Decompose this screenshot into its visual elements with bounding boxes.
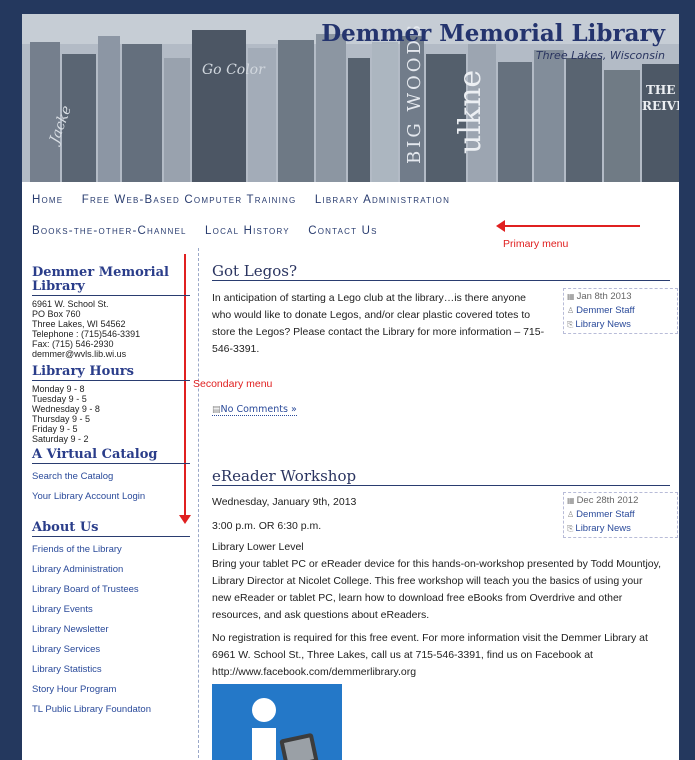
- menu-item-library-administration[interactable]: Library Administration: [315, 194, 450, 206]
- user-icon: ♙: [567, 306, 575, 315]
- primary-menu-row-2: Books-the-other-Channel Local History Co…: [32, 225, 392, 237]
- calendar-icon: ▦: [567, 496, 575, 505]
- menu-item-contact-us[interactable]: Contact Us: [308, 225, 377, 237]
- post-title[interactable]: Got Legos?: [212, 262, 670, 281]
- primary-menu-row-1: Home Free Web-Based Computer Training Li…: [32, 194, 464, 206]
- post-date: ▦ Jan 8th 2013: [567, 291, 632, 302]
- page: BIG WOODS ulkne THE REIVERS Jacke Go Col…: [0, 0, 695, 760]
- hours-line: Friday 9 - 5: [32, 424, 78, 434]
- address-line: 6961 W. School St.: [32, 299, 109, 309]
- menu-item-books-the-other-channel[interactable]: Books-the-other-Channel: [32, 225, 187, 237]
- tag-icon: ⎘: [567, 524, 574, 533]
- post-category[interactable]: ⎘ Library News: [567, 522, 674, 536]
- site-title[interactable]: Demmer Memorial Library: [321, 20, 665, 47]
- hours-line: Tuesday 9 - 5: [32, 394, 87, 404]
- account-login-link[interactable]: Your Library Account Login: [32, 487, 190, 507]
- address-line: PO Box 760: [32, 309, 81, 319]
- library-address: 6961 W. School St. PO Box 760 Three Lake…: [32, 299, 190, 359]
- menu-item-home[interactable]: Home: [32, 194, 63, 206]
- about-link-board[interactable]: Library Board of Trustees: [32, 580, 190, 600]
- about-link-administration[interactable]: Library Administration: [32, 560, 190, 580]
- hours-line: Wednesday 9 - 8: [32, 404, 100, 414]
- library-heading: Demmer Memorial Library: [32, 266, 190, 296]
- post-date: ▦ Dec 28th 2012: [567, 495, 639, 506]
- search-catalog-link[interactable]: Search the Catalog: [32, 467, 190, 487]
- tag-icon: ⎘: [567, 320, 574, 329]
- about-link-statistics[interactable]: Library Statistics: [32, 660, 190, 680]
- post-time-line: 3:00 p.m. OR 6:30 p.m.: [212, 520, 322, 532]
- info-icon: [212, 684, 342, 760]
- address-line: demmer@wvls.lib.wi.us: [32, 349, 127, 359]
- hours-line: Saturday 9 - 2: [32, 434, 89, 444]
- secondary-menu-annotation: Secondary menu: [193, 378, 273, 390]
- address-line: Telephone : (715)546-3391: [32, 329, 141, 339]
- about-link-foundation[interactable]: TL Public Library Foundaton: [32, 700, 190, 720]
- about-link-newsletter[interactable]: Library Newsletter: [32, 620, 190, 640]
- post-title[interactable]: eReader Workshop: [212, 467, 670, 486]
- site-tagline: Three Lakes, Wisconsin: [535, 49, 665, 62]
- calendar-icon: ▦: [567, 292, 575, 301]
- sidebar: Demmer Memorial Library 6961 W. School S…: [32, 266, 190, 720]
- catalog-heading: A Virtual Catalog: [32, 448, 190, 464]
- about-link-events[interactable]: Library Events: [32, 600, 190, 620]
- post-location-line: Library Lower Level: [212, 541, 304, 553]
- post-category[interactable]: ⎘ Library News: [567, 318, 674, 332]
- post-meta: ▦ Dec 28th 2012 ♙ Demmer Staff ⎘ Library Ne…: [563, 492, 678, 538]
- post-meta: ▦ Jan 8th 2013 ♙ Demmer Staff ⎘ Library New…: [563, 288, 678, 334]
- comment-icon: ▤: [212, 405, 221, 415]
- library-hours: Monday 9 - 8 Tuesday 9 - 5 Wednesday 9 -…: [32, 384, 190, 444]
- post-author[interactable]: ♙ Demmer Staff: [567, 304, 674, 318]
- hours-heading: Library Hours: [32, 365, 190, 381]
- hours-line: Monday 9 - 8: [32, 384, 85, 394]
- comments-link[interactable]: ▤No Comments »: [212, 404, 297, 416]
- primary-menu-annotation: Primary menu: [503, 238, 569, 250]
- post-paragraph: Bring your tablet PC or eReader device f…: [212, 558, 662, 621]
- ereader-info-image: [212, 684, 342, 760]
- user-icon: ♙: [567, 510, 575, 519]
- about-heading: About Us: [32, 521, 190, 537]
- about-link-friends[interactable]: Friends of the Library: [32, 540, 190, 560]
- about-link-story-hour[interactable]: Story Hour Program: [32, 680, 190, 700]
- address-line: Three Lakes, WI 54562: [32, 319, 126, 329]
- primary-menu-arrow: [496, 220, 640, 232]
- column-divider: [198, 248, 199, 758]
- menu-item-computer-training[interactable]: Free Web-Based Computer Training: [82, 194, 297, 206]
- hours-line: Thursday 9 - 5: [32, 414, 91, 424]
- address-line: Fax: (715) 546-2930: [32, 339, 114, 349]
- content-area: Home Free Web-Based Computer Training Li…: [22, 182, 679, 760]
- header-banner: BIG WOODS ulkne THE REIVERS Jacke Go Col…: [22, 14, 679, 182]
- post-author[interactable]: ♙ Demmer Staff: [567, 508, 674, 522]
- about-link-services[interactable]: Library Services: [32, 640, 190, 660]
- post-date-line: Wednesday, January 9th, 2013: [212, 496, 357, 508]
- post-paragraph: No registration is required for this fre…: [212, 632, 648, 678]
- post-body: In anticipation of starting a Lego club …: [212, 292, 545, 355]
- menu-item-local-history[interactable]: Local History: [205, 225, 290, 237]
